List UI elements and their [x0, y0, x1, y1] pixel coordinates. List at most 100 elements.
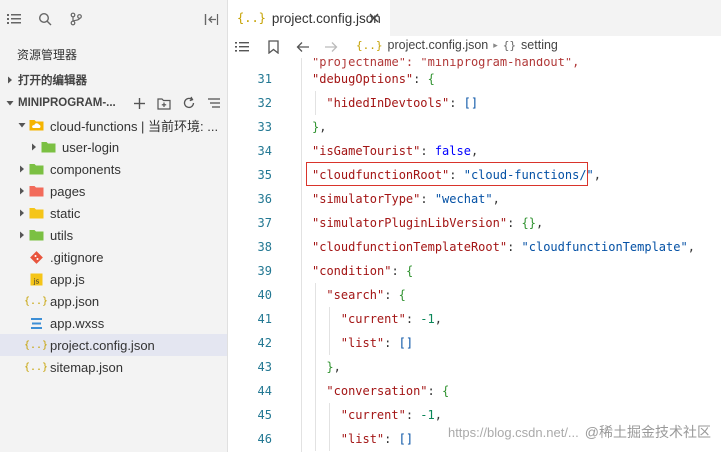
git-icon: [28, 250, 44, 264]
code-token: "current": [340, 312, 406, 326]
indent-guide: [315, 91, 316, 115]
breadcrumb: {..} project.config.json ▸ {} setting: [228, 36, 721, 58]
code-editor[interactable]: "projectname": "miniprogram-handout", 31…: [228, 58, 721, 452]
tab-project-config[interactable]: {..} project.config.json: [228, 0, 390, 36]
code-line: "cloudfunctionTemplateRoot": "cloudfunct…: [312, 240, 695, 254]
indent-guide: [329, 427, 331, 451]
object-icon: {}: [502, 38, 517, 52]
tree-item[interactable]: user-login: [0, 136, 227, 158]
code-token: :: [507, 216, 522, 230]
code-token: []: [398, 432, 414, 446]
code-token: "simulatorPluginLibVersion": [312, 216, 508, 230]
line-number: 41: [257, 312, 272, 326]
tree-item-label: components: [50, 161, 121, 177]
code-token: ,: [687, 240, 695, 254]
code-token: :: [384, 288, 399, 302]
code-token: :: [449, 96, 464, 110]
tree-item-label: .gitignore: [50, 249, 104, 265]
code-token: "current": [340, 408, 406, 422]
chevron-right-icon: [16, 187, 28, 195]
tree-item[interactable]: cloud-functions | 当前环境: ...: [0, 114, 227, 136]
code-line: "current": -1,: [341, 408, 442, 422]
chevron-down-icon: [2, 99, 18, 107]
menu-icon[interactable]: [5, 10, 23, 28]
open-editors-label: 打开的编辑器: [18, 75, 87, 87]
tree-item[interactable]: {..} project.config.json: [0, 334, 227, 356]
code-line: "isGameTourist": false,: [312, 144, 478, 158]
indent-guide: [315, 307, 316, 331]
forward-arrow-icon[interactable]: [323, 39, 339, 55]
tree-item[interactable]: js app.js: [0, 268, 227, 290]
source-control-icon[interactable]: [67, 10, 85, 28]
code-line: "search": {: [326, 288, 405, 302]
code-token: :: [427, 384, 442, 398]
line-number: 37: [257, 216, 272, 230]
bookmark-icon[interactable]: [265, 39, 281, 55]
tree-item[interactable]: {..} sitemap.json: [0, 356, 227, 378]
folder-icon: [28, 228, 44, 242]
back-arrow-icon[interactable]: [295, 39, 311, 55]
tree-item-label: static: [50, 205, 81, 221]
tree-item[interactable]: pages: [0, 180, 227, 202]
tree-item[interactable]: components: [0, 158, 227, 180]
tree-item[interactable]: {..} app.json: [0, 290, 227, 312]
code-token: "cloudfunctionTemplate": [521, 240, 688, 254]
code-line: "list": []: [341, 336, 413, 350]
chevron-right-icon: [16, 165, 28, 173]
code-token: :: [507, 240, 522, 254]
collapse-panel-icon[interactable]: [202, 10, 220, 28]
code-token: false: [434, 144, 471, 158]
editor-pane: {..} project.config.json {..} project.co…: [228, 0, 721, 452]
code-token: "debugOptions": [312, 72, 414, 86]
code-line: },: [326, 360, 340, 374]
code-token: :: [420, 144, 435, 158]
code-token: "isGameTourist": [312, 144, 421, 158]
new-file-icon[interactable]: [131, 95, 147, 111]
code-token: "cloudfunctionTemplateRoot": [312, 240, 508, 254]
chevron-right-icon: [16, 209, 28, 217]
code-token: ,: [319, 120, 327, 134]
open-editors-section[interactable]: 打开的编辑器: [0, 70, 228, 90]
code-token: []: [398, 336, 414, 350]
close-icon[interactable]: [366, 10, 382, 26]
tree-item-label: project.config.json: [50, 337, 155, 353]
tree-item[interactable]: app.wxss: [0, 312, 227, 334]
tree-item[interactable]: static: [0, 202, 227, 224]
code-token: :: [384, 336, 399, 350]
code-line: "condition": {: [312, 264, 413, 278]
indent-guide: [315, 403, 316, 427]
indent-guide: [315, 331, 316, 355]
line-number: 35: [257, 168, 272, 182]
line-number: 36: [257, 192, 272, 206]
code-line: "list": []: [341, 432, 413, 446]
line-number: 38: [257, 240, 272, 254]
refresh-icon[interactable]: [181, 95, 197, 111]
code-token: "search": [326, 288, 385, 302]
code-token: ,: [593, 168, 602, 182]
tree-item[interactable]: .gitignore: [0, 246, 227, 268]
json-file-icon: {..}: [23, 361, 49, 373]
folder-icon: [28, 206, 44, 220]
folder-icon: [28, 184, 44, 198]
code-token: "wechat": [434, 192, 493, 206]
breadcrumb-file[interactable]: project.config.json: [388, 38, 489, 52]
code-line: "current": -1,: [341, 312, 442, 326]
search-icon[interactable]: [36, 10, 54, 28]
line-number: 40: [257, 288, 272, 302]
breadcrumb-symbol[interactable]: setting: [521, 38, 558, 52]
code-token: ,: [535, 216, 544, 230]
code-token: :: [384, 432, 399, 446]
code-token: :: [405, 408, 421, 422]
code-line: "hidedInDevtools": []: [326, 96, 478, 110]
watermark-url: https://blog.csdn.net/...: [447, 424, 579, 440]
list-icon[interactable]: [234, 39, 250, 55]
code-token: -1: [420, 312, 435, 326]
code-token: ,: [434, 408, 442, 422]
code-line: "simulatorType": "wechat",: [312, 192, 500, 206]
collapse-all-icon[interactable]: [206, 95, 222, 111]
tree-item[interactable]: utils: [0, 224, 227, 246]
tree-item-label: pages: [50, 183, 86, 199]
code-token: ,: [470, 144, 479, 158]
new-folder-icon[interactable]: [156, 95, 172, 111]
project-section[interactable]: MINIPROGRAM-...: [0, 93, 228, 113]
